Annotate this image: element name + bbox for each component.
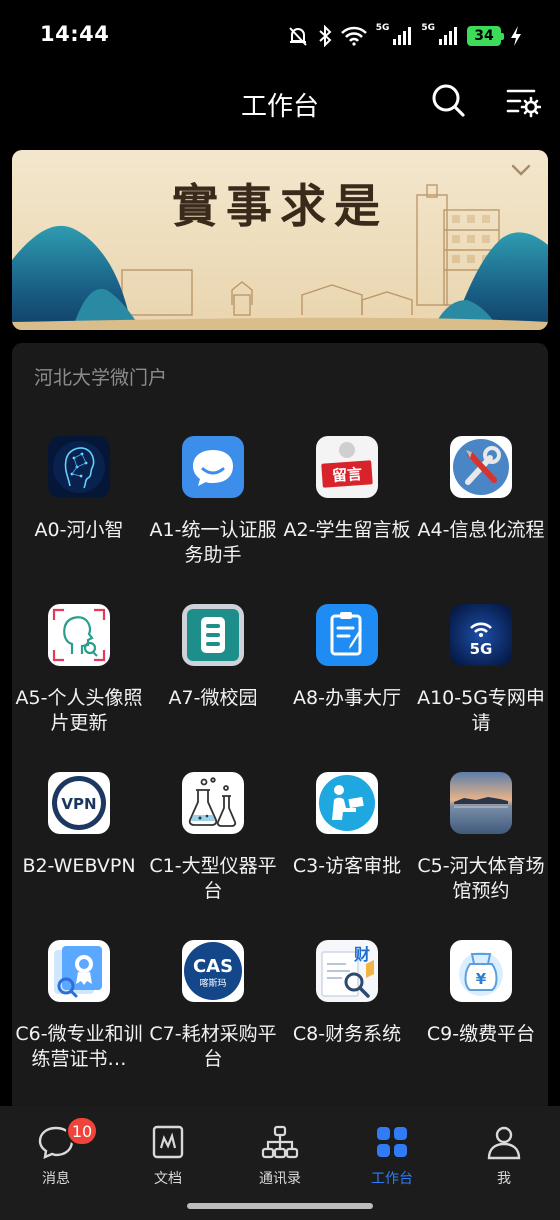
network-label-2: 5G bbox=[421, 23, 435, 33]
app-label: A7-微校园 bbox=[168, 687, 258, 709]
wifi-icon bbox=[340, 26, 367, 46]
app-a5[interactable]: A5-个人头像照片更新 bbox=[12, 591, 146, 759]
app-label: A5-个人头像照片更新 bbox=[15, 687, 143, 734]
vpn-icon: VPN bbox=[48, 772, 110, 834]
app-label: A4-信息化流程 bbox=[417, 519, 545, 541]
tab-label: 工作台 bbox=[371, 1171, 413, 1187]
bluetooth-icon bbox=[319, 25, 332, 47]
payment-bag-icon: ¥ bbox=[450, 940, 512, 1002]
app-a8[interactable]: A8-办事大厅 bbox=[280, 591, 414, 759]
cas-logo-icon: CAS 喀斯玛 bbox=[182, 940, 244, 1002]
app-c1[interactable]: C1-大型仪器平台 bbox=[146, 759, 280, 927]
stadium-photo-icon bbox=[450, 772, 512, 834]
visitor-icon bbox=[316, 772, 378, 834]
campus-card-icon bbox=[182, 604, 244, 666]
network-label-1: 5G bbox=[375, 23, 390, 33]
banner[interactable]: 實事求是 bbox=[12, 150, 548, 330]
search-icon[interactable] bbox=[430, 82, 466, 118]
app-label: A0-河小智 bbox=[34, 519, 124, 541]
app-c9[interactable]: ¥ C9-缴费平台 bbox=[414, 927, 548, 1095]
page-title: 工作台 bbox=[240, 92, 319, 122]
icon-text: CAS bbox=[193, 956, 233, 977]
certificate-icon bbox=[48, 940, 110, 1002]
app-a2[interactable]: 留言 A2-学生留言板 bbox=[280, 423, 414, 591]
icon-subtext: 喀斯玛 bbox=[199, 977, 226, 989]
app-label: A10-5G专网申请 bbox=[417, 687, 545, 734]
app-label: C6-微专业和训练营证书… bbox=[15, 1023, 143, 1070]
portal-title: 河北大学微门户 bbox=[34, 367, 168, 389]
tab-label: 文档 bbox=[154, 1171, 182, 1187]
tab-label: 通讯录 bbox=[259, 1171, 301, 1187]
tools-icon bbox=[450, 436, 512, 498]
battery-icon: 34 bbox=[467, 26, 504, 46]
ai-head-icon bbox=[48, 436, 110, 498]
app-label: C3-访客审批 bbox=[292, 855, 402, 877]
finance-icon: 财 bbox=[316, 940, 378, 1002]
app-label: A1-统一认证服务助手 bbox=[149, 519, 277, 566]
app-grid: A0-河小智 A1-统一认证服务助手 留言 A2-学生留言板 A4-信息化流程 … bbox=[12, 423, 548, 1095]
app-a0[interactable]: A0-河小智 bbox=[12, 423, 146, 591]
app-label: A2-学生留言板 bbox=[283, 519, 411, 541]
bell-muted-icon bbox=[288, 27, 307, 46]
clipboard-icon bbox=[316, 604, 378, 666]
lab-flask-icon bbox=[182, 772, 244, 834]
tab-label: 消息 bbox=[42, 1171, 70, 1187]
app-label: C5-河大体育场馆预约 bbox=[417, 855, 545, 902]
icon-text: ¥ bbox=[476, 970, 487, 988]
app-c8[interactable]: 财 C8-财务系统 bbox=[280, 927, 414, 1095]
icon-text: VPN bbox=[61, 795, 96, 813]
signal-icon bbox=[393, 27, 412, 45]
app-a1[interactable]: A1-统一认证服务助手 bbox=[146, 423, 280, 591]
grid-icon bbox=[377, 1127, 407, 1157]
status-bar: 14:44 5G 5G 34 bbox=[0, 0, 560, 72]
header: 工作台 bbox=[0, 72, 560, 132]
app-c7[interactable]: CAS 喀斯玛 C7-耗材采购平台 bbox=[146, 927, 280, 1095]
icon-text: 留言 bbox=[331, 465, 362, 485]
app-label: B2-WEBVPN bbox=[22, 855, 136, 877]
banner-image: 實事求是 bbox=[12, 150, 548, 330]
app-a10[interactable]: 5G A10-5G专网申请 bbox=[414, 591, 548, 759]
chevron-down-icon[interactable] bbox=[508, 160, 534, 180]
battery-level: 34 bbox=[474, 28, 494, 44]
app-a7[interactable]: A7-微校园 bbox=[146, 591, 280, 759]
icon-text: 5G bbox=[470, 640, 493, 658]
tab-messages[interactable]: 消息 10 bbox=[0, 1106, 112, 1196]
signal-icon bbox=[439, 27, 457, 45]
charging-icon bbox=[511, 26, 521, 46]
message-board-icon: 留言 bbox=[316, 436, 378, 498]
app-label: C8-财务系统 bbox=[292, 1023, 402, 1045]
unread-badge: 10 bbox=[66, 1116, 98, 1146]
document-icon bbox=[152, 1125, 184, 1159]
banner-calligraphy: 實事求是 bbox=[172, 179, 388, 233]
status-time: 14:44 bbox=[40, 22, 110, 46]
app-label: C9-缴费平台 bbox=[426, 1023, 536, 1045]
tab-documents[interactable]: 文档 bbox=[112, 1106, 224, 1196]
app-label: C7-耗材采购平台 bbox=[149, 1023, 277, 1070]
chat-bubble-icon bbox=[182, 436, 244, 498]
app-label: C1-大型仪器平台 bbox=[149, 855, 277, 902]
settings-list-icon[interactable] bbox=[505, 84, 541, 118]
app-c6[interactable]: C6-微专业和训练营证书… bbox=[12, 927, 146, 1095]
app-a4[interactable]: A4-信息化流程 bbox=[414, 423, 548, 591]
tab-workbench[interactable]: 工作台 bbox=[336, 1106, 448, 1196]
app-c3[interactable]: C3-访客审批 bbox=[280, 759, 414, 927]
tab-label: 我 bbox=[497, 1171, 511, 1187]
person-icon bbox=[487, 1126, 521, 1160]
status-icons: 5G 5G 34 bbox=[287, 22, 522, 50]
home-indicator[interactable] bbox=[187, 1203, 373, 1209]
face-scan-icon bbox=[48, 604, 110, 666]
tab-contacts[interactable]: 通讯录 bbox=[224, 1106, 336, 1196]
5g-signal-icon: 5G bbox=[450, 604, 512, 666]
app-label: A8-办事大厅 bbox=[293, 687, 401, 709]
app-c5[interactable]: C5-河大体育场馆预约 bbox=[414, 759, 548, 927]
icon-text: 财 bbox=[353, 945, 370, 964]
portal-panel: 河北大学微门户 A0-河小智 A1-统一认证服务助手 留言 A2-学生留言板 A… bbox=[12, 343, 548, 1113]
app-b2[interactable]: VPN B2-WEBVPN bbox=[12, 759, 146, 927]
tab-me[interactable]: 我 bbox=[448, 1106, 560, 1196]
org-chart-icon bbox=[261, 1125, 299, 1159]
